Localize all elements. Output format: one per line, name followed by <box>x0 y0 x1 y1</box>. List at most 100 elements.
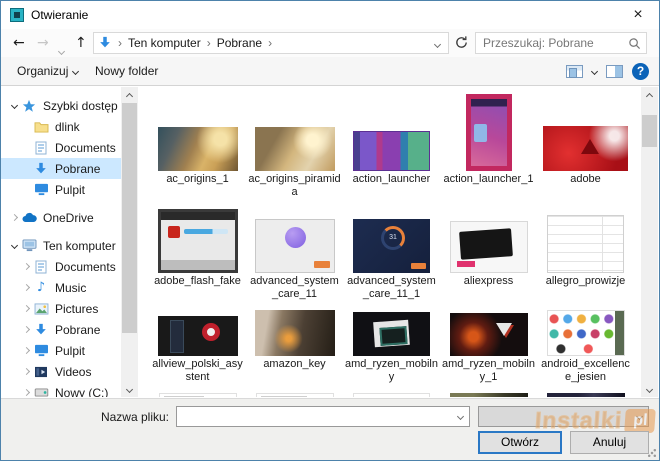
sidebar-item-label: Pobrane <box>55 162 100 176</box>
up-icon[interactable]: ↑ <box>75 34 87 52</box>
file-item-partial[interactable] <box>246 393 343 397</box>
scrollbar-thumb[interactable] <box>122 103 137 333</box>
open-button[interactable]: Otwórz <box>478 431 562 454</box>
help-icon[interactable]: ? <box>632 63 649 80</box>
refresh-icon[interactable] <box>454 35 470 51</box>
collapse-icon[interactable] <box>10 214 17 221</box>
preview-pane-icon[interactable] <box>606 65 623 78</box>
file-thumbnail <box>353 312 430 356</box>
scroll-down-icon[interactable] <box>641 382 658 397</box>
sidebar-item-documents[interactable]: Documents <box>1 137 121 158</box>
music-icon: ♪ <box>33 280 49 296</box>
command-toolbar: Organizuj Nowy folder ? <box>1 57 659 86</box>
filename-label: Nazwa pliku: <box>1 410 169 424</box>
filetype-dropdown-icon[interactable] <box>630 407 648 426</box>
expand-icon[interactable] <box>10 102 17 109</box>
view-mode-icon[interactable] <box>566 65 583 78</box>
sidebar-item-label: Pobrane <box>55 323 100 337</box>
sidebar-item-pictures[interactable]: Pictures <box>1 298 121 319</box>
sidebar-item-drive-c[interactable]: Nowy (C:) <box>1 382 121 397</box>
file-item-partial[interactable] <box>537 393 634 397</box>
videos-icon <box>33 364 49 380</box>
collapse-icon[interactable] <box>22 284 29 291</box>
file-item[interactable]: adobe <box>537 89 634 199</box>
file-item[interactable]: amd_ryzen_mobilny_1 <box>440 308 537 384</box>
sidebar-item-pc-documents[interactable]: Documents <box>1 256 121 277</box>
sidebar-item-desktop[interactable]: Pulpit <box>1 179 121 200</box>
scrollbar-thumb[interactable] <box>642 115 657 147</box>
scroll-up-icon[interactable] <box>641 87 658 102</box>
downloads-icon <box>33 161 49 177</box>
sidebar-item-dlink[interactable]: dlink <box>1 116 121 137</box>
file-list-scrollbar[interactable] <box>641 87 658 397</box>
resize-grip[interactable] <box>648 449 656 457</box>
sidebar-item-videos[interactable]: Videos <box>1 361 121 382</box>
file-item[interactable]: amazon_key <box>246 308 343 384</box>
file-name: allegro_prowizje <box>546 275 626 288</box>
filename-input[interactable] <box>177 410 451 424</box>
file-item[interactable]: allegro_prowizje <box>537 207 634 301</box>
file-item[interactable]: adobe_flash_fake <box>149 207 246 301</box>
file-item-partial[interactable] <box>149 393 246 397</box>
cancel-button[interactable]: Anuluj <box>570 431 649 454</box>
back-icon[interactable]: ← <box>13 34 25 52</box>
file-item[interactable]: action_launcher <box>343 89 440 199</box>
file-item[interactable]: aliexpress <box>440 207 537 301</box>
file-item[interactable]: ac_origins_1 <box>149 89 246 199</box>
close-icon[interactable]: × <box>627 4 649 26</box>
file-item[interactable]: android_excellence_jesien <box>537 308 634 384</box>
file-item-partial[interactable] <box>440 393 537 397</box>
sidebar-item-downloads[interactable]: Pobrane <box>1 158 121 179</box>
breadcrumb-separator[interactable]: › <box>207 36 211 50</box>
scroll-up-icon[interactable] <box>121 87 138 102</box>
sidebar-item-music[interactable]: ♪ Music <box>1 277 121 298</box>
sidebar-item-label: Pulpit <box>55 344 85 358</box>
view-mode-dropdown-icon[interactable] <box>591 67 598 74</box>
document-icon <box>33 259 49 275</box>
address-bar[interactable]: › Ten komputer › Pobrane › <box>93 32 449 54</box>
file-item[interactable]: action_launcher_1 <box>440 89 537 199</box>
file-item[interactable]: advanced_system_care_11_1 <box>343 207 440 301</box>
collapse-icon[interactable] <box>22 305 29 312</box>
scroll-down-icon[interactable] <box>121 382 138 397</box>
file-thumbnail <box>353 219 430 273</box>
file-item[interactable]: advanced_system_care_11 <box>246 207 343 301</box>
file-thumbnail <box>353 393 430 397</box>
breadcrumb-downloads[interactable]: Pobrane <box>217 36 262 50</box>
organize-label: Organizuj <box>17 64 68 78</box>
folder-icon <box>33 119 49 135</box>
collapse-icon[interactable] <box>22 326 29 333</box>
sidebar-item-onedrive[interactable]: OneDrive <box>1 207 121 228</box>
file-thumbnail <box>450 313 528 356</box>
file-thumbnail <box>255 127 335 171</box>
file-item[interactable]: allview_polski_asystent <box>149 308 246 384</box>
address-dropdown-icon[interactable] <box>435 34 440 52</box>
sidebar-scrollbar[interactable] <box>121 87 138 397</box>
sidebar-item-this-pc[interactable]: Ten komputer <box>1 235 121 256</box>
search-icon[interactable] <box>628 37 641 50</box>
breadcrumb-this-pc[interactable]: Ten komputer <box>128 36 201 50</box>
file-item-partial[interactable] <box>343 393 440 397</box>
breadcrumb-separator[interactable]: › <box>268 36 272 50</box>
collapse-icon[interactable] <box>22 263 29 270</box>
sidebar-item-quick-access[interactable]: Szybki dostęp <box>1 95 121 116</box>
sidebar-item-label: dlink <box>55 120 80 134</box>
file-name: advanced_system_care_11_1 <box>345 275 439 301</box>
file-item[interactable]: ac_origins_piramida <box>246 89 343 199</box>
sidebar-item-pc-downloads[interactable]: Pobrane <box>1 319 121 340</box>
filetype-select[interactable] <box>478 406 649 427</box>
organize-button[interactable]: Organizuj <box>9 57 86 85</box>
sidebar-item-label: OneDrive <box>43 211 94 225</box>
app-icon <box>10 8 24 22</box>
collapse-icon[interactable] <box>22 368 29 375</box>
file-item[interactable]: amd_ryzen_mobilny <box>343 308 440 384</box>
sidebar-item-label: Documents <box>55 260 116 274</box>
search-input[interactable] <box>481 35 628 51</box>
expand-icon[interactable] <box>10 242 17 249</box>
filename-dropdown-icon[interactable] <box>451 407 469 426</box>
collapse-icon[interactable] <box>22 389 29 396</box>
new-folder-button[interactable]: Nowy folder <box>87 57 166 85</box>
file-thumbnail <box>450 221 528 273</box>
sidebar-item-pc-desktop[interactable]: Pulpit <box>1 340 121 361</box>
collapse-icon[interactable] <box>22 347 29 354</box>
